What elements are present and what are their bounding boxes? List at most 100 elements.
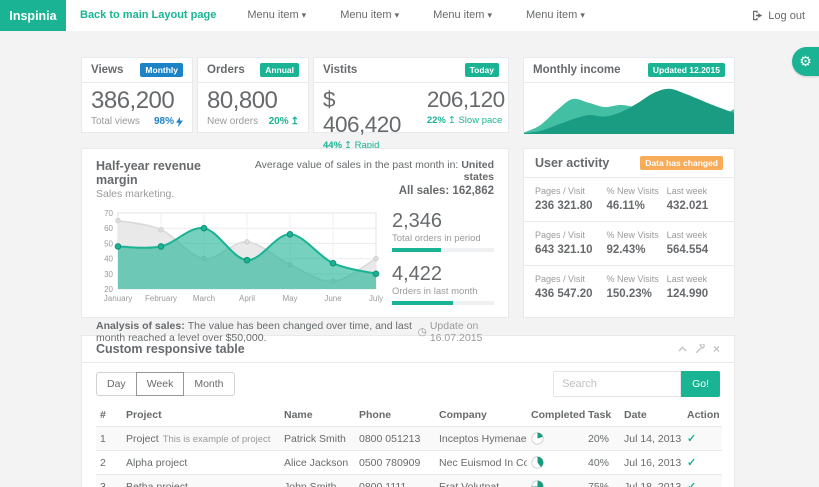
- check-icon[interactable]: ✓: [687, 433, 696, 445]
- theme-settings-button[interactable]: ⚙: [792, 47, 819, 76]
- project-name: Betha project: [126, 481, 188, 487]
- activity-cell-label: % New Visits: [606, 186, 666, 196]
- logout-button[interactable]: Log out: [738, 0, 819, 31]
- cell-phone: 0800 1111: [355, 475, 435, 487]
- sign-out-icon: [752, 10, 763, 21]
- collapse-icon[interactable]: [678, 346, 687, 352]
- data-changed-badge: Data has changed: [640, 156, 723, 170]
- activity-row: Pages / Visit643 321.10% New Visits92.43…: [524, 222, 734, 266]
- dashboard-screen: Inspinia Back to main Layout page Menu i…: [0, 0, 819, 487]
- check-icon[interactable]: ✓: [687, 481, 696, 487]
- income-chart: [524, 83, 734, 134]
- chevron-down-icon: ▾: [580, 10, 585, 20]
- revenue-chart: 203040506070JanuaryFebruaryMarchAprilMay…: [96, 208, 382, 304]
- activity-cell-label: Pages / Visit: [535, 186, 606, 196]
- activity-cell-label: Last week: [667, 186, 723, 196]
- brand-logo[interactable]: Inspinia: [0, 0, 66, 31]
- revenue-subtitle: Sales marketing.: [96, 188, 237, 200]
- orders-trend-value: 20%: [269, 116, 289, 127]
- today-badge: Today: [465, 63, 499, 77]
- orders-period-value: 2,346: [392, 210, 494, 232]
- activity-cell-value: 643 321.10: [535, 244, 606, 256]
- chevron-down-icon: ▾: [302, 10, 307, 20]
- cell-date: Jul 14, 2013: [620, 427, 683, 451]
- menu-item[interactable]: Menu item▾: [509, 0, 602, 31]
- user-activity-panel: User activity Data has changed Pages / V…: [523, 148, 735, 318]
- cell-action: ✓: [683, 451, 722, 475]
- svg-text:June: June: [324, 294, 342, 303]
- menu-item[interactable]: Menu item▾: [230, 0, 323, 31]
- column-header: Action: [683, 405, 722, 427]
- check-icon[interactable]: ✓: [687, 457, 696, 469]
- cell-company: Erat Volutpat: [435, 475, 527, 487]
- top-navbar: Inspinia Back to main Layout page Menu i…: [0, 0, 819, 31]
- go-button[interactable]: Go!: [681, 371, 720, 397]
- activity-cell: Last week564.554: [667, 230, 723, 256]
- menu-item-label: Menu item: [433, 9, 484, 21]
- svg-text:60: 60: [104, 224, 113, 233]
- activity-cell-label: Pages / Visit: [535, 274, 606, 284]
- column-header: Project: [122, 405, 280, 427]
- svg-text:February: February: [145, 294, 177, 303]
- completed-pie-icon: [531, 480, 544, 487]
- activity-cell-value: 150.23%: [606, 288, 666, 300]
- activity-cell: Pages / Visit643 321.10: [535, 230, 606, 256]
- orders-card-title: Orders: [207, 64, 245, 76]
- visits-trend-2: 22%↥ Slow pace: [427, 115, 505, 126]
- project-note: This is example of project: [163, 434, 271, 445]
- cell-task: 40%: [584, 451, 620, 475]
- cell-task: 75%: [584, 475, 620, 487]
- table-row: 1ProjectThis is example of projectPatric…: [96, 427, 722, 451]
- monthly-income-card: Monthly income Updated 12.2015: [523, 57, 735, 133]
- cell-phone: 0800 051213: [355, 427, 435, 451]
- cell-name: Patrick Smith: [280, 427, 355, 451]
- svg-text:May: May: [282, 294, 297, 303]
- views-label: Total views: [91, 116, 140, 127]
- orders-trend: 20% ↥: [269, 116, 299, 127]
- activity-cell-value: 124.990: [667, 288, 723, 300]
- column-header: Task: [584, 405, 620, 427]
- activity-cell-value: 564.554: [667, 244, 723, 256]
- table-head-row: #ProjectNamePhoneCompanyCompletedTaskDat…: [96, 405, 722, 427]
- close-icon[interactable]: ×: [713, 343, 720, 355]
- user-activity-title: User activity: [535, 156, 609, 170]
- svg-text:70: 70: [104, 209, 113, 218]
- filter-week-button[interactable]: Week: [136, 372, 185, 396]
- filter-month-button[interactable]: Month: [183, 372, 234, 396]
- orders-value: 80,800: [207, 88, 299, 114]
- cell-action: ✓: [683, 475, 722, 487]
- activity-cell: Last week432.021: [667, 186, 723, 212]
- project-name: Alpha project: [126, 457, 187, 469]
- cell-phone: 0500 780909: [355, 451, 435, 475]
- cell-num: 1: [96, 427, 122, 451]
- column-header: #: [96, 405, 122, 427]
- back-to-layout-link[interactable]: Back to main Layout page: [66, 0, 230, 31]
- column-header: Phone: [355, 405, 435, 427]
- activity-cell-label: % New Visits: [606, 230, 666, 240]
- visits-card: Vistits Today $ 406,420 44%↥ Rapid pace: [313, 57, 509, 133]
- level-up-icon: ↥: [448, 115, 456, 126]
- cell-completed: [527, 475, 584, 487]
- cell-action: ✓: [683, 427, 722, 451]
- views-card: Views Monthly 386,200 Total views 98%: [81, 57, 193, 133]
- menu-item[interactable]: Menu item▾: [416, 0, 509, 31]
- cell-date: Jul 16, 2013: [620, 451, 683, 475]
- table-row: 3Betha projectJohn Smith0800 1111Erat Vo…: [96, 475, 722, 487]
- custom-table-panel: Custom responsive table × DayWeekMonth G…: [81, 335, 735, 487]
- activity-cell: % New Visits46.11%: [606, 186, 666, 212]
- search-input[interactable]: [553, 371, 681, 397]
- views-trend: 98%: [154, 116, 183, 127]
- menu-item[interactable]: Menu item▾: [323, 0, 416, 31]
- visits-value-2: 206,120: [427, 88, 505, 113]
- svg-text:July: July: [369, 294, 383, 303]
- completed-pie-icon: [531, 456, 544, 469]
- activity-cell: Pages / Visit436 547.20: [535, 274, 606, 300]
- projects-table: #ProjectNamePhoneCompanyCompletedTaskDat…: [96, 405, 722, 487]
- svg-text:January: January: [104, 294, 132, 303]
- svg-text:50: 50: [104, 239, 113, 248]
- filter-day-button[interactable]: Day: [96, 372, 137, 396]
- views-card-title: Views: [91, 64, 123, 76]
- cell-company: Inceptos Hymenaeos Ltd: [435, 427, 527, 451]
- column-header: Company: [435, 405, 527, 427]
- wrench-icon[interactable]: [695, 344, 705, 354]
